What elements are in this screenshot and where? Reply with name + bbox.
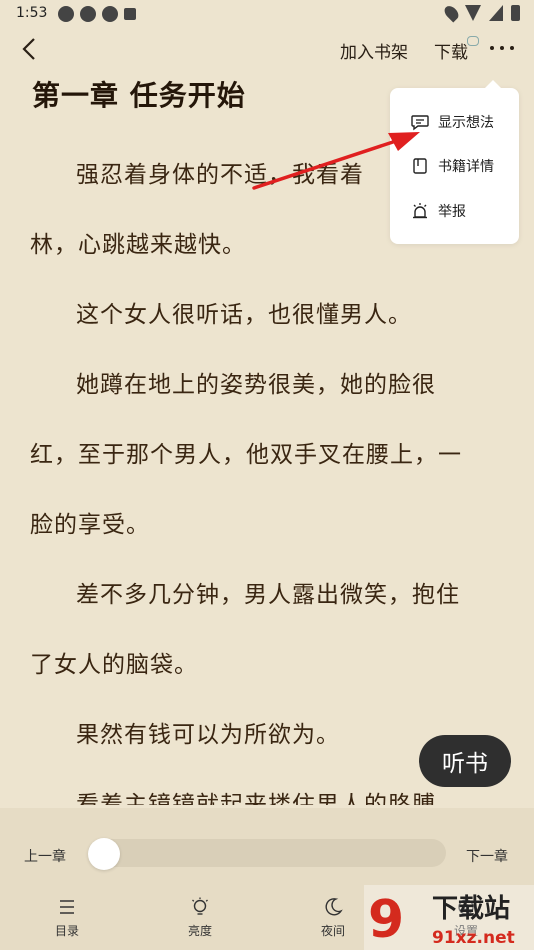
alarm-icon xyxy=(413,203,427,219)
app-notification-icon xyxy=(80,6,96,22)
tab-label: 目录 xyxy=(54,924,79,938)
book-detail-icon xyxy=(413,158,427,174)
menu-item-label: 举报 xyxy=(438,204,466,220)
tab-label: 亮度 xyxy=(187,924,212,938)
chapter-title: 第一章 任务开始 xyxy=(32,79,246,112)
download-badge-icon xyxy=(467,36,479,46)
svg-text:9: 9 xyxy=(368,890,404,950)
moon-icon xyxy=(325,898,343,916)
wifi-icon xyxy=(465,5,481,21)
listen-button[interactable]: 听书 xyxy=(419,735,511,787)
prev-chapter-button[interactable]: 上一章 xyxy=(24,846,66,866)
system-icons xyxy=(441,3,520,23)
list-icon xyxy=(60,900,74,914)
svg-text:下载站: 下载站 xyxy=(432,894,510,924)
menu-item-label: 书籍详情 xyxy=(438,159,494,175)
chapter-progress-slider[interactable] xyxy=(88,839,446,867)
app-notification-icon xyxy=(124,8,136,20)
download-button[interactable]: 下载 xyxy=(434,38,468,63)
paragraph: 了女人的脑袋。 xyxy=(30,652,198,678)
back-arrow-icon[interactable] xyxy=(18,36,42,62)
app-notification-icon xyxy=(58,6,74,22)
status-bar: 1:53 xyxy=(0,0,534,28)
more-icon[interactable] xyxy=(490,46,514,52)
battery-icon xyxy=(511,5,520,21)
paragraph: 她蹲在地上的姿势很美，她的脸很 xyxy=(76,372,436,398)
tab-night-mode[interactable]: 夜间 xyxy=(298,896,368,939)
progress-slider-thumb[interactable] xyxy=(88,838,120,870)
signal-icon xyxy=(489,5,503,21)
add-to-shelf-button[interactable]: 加入书架 xyxy=(340,38,408,63)
reader-toolbar: 加入书架 下载 xyxy=(0,28,534,72)
comment-icon xyxy=(411,115,429,131)
menu-item-book-details[interactable]: 书籍详情 xyxy=(410,151,494,181)
menu-item-show-thoughts[interactable]: 显示想法 xyxy=(410,107,494,137)
paragraph: 差不多几分钟，男人露出微笑，抱住 xyxy=(76,582,460,608)
app-notification-icon xyxy=(102,6,118,22)
lightbulb-icon xyxy=(192,897,208,915)
tab-brightness[interactable]: 亮度 xyxy=(165,896,235,939)
svg-text:91xz.net: 91xz.net xyxy=(432,928,515,948)
tab-table-of-contents[interactable]: 目录 xyxy=(32,896,102,939)
next-chapter-button[interactable]: 下一章 xyxy=(466,846,508,866)
menu-item-label: 显示想法 xyxy=(438,115,494,131)
menu-item-report[interactable]: 举报 xyxy=(410,196,466,226)
notification-icons xyxy=(58,6,136,22)
paragraph: 脸的享受。 xyxy=(30,512,150,538)
tab-label: 夜间 xyxy=(320,924,345,938)
site-watermark-logo: 9 下载站 91xz.net xyxy=(364,885,534,950)
location-icon xyxy=(441,3,462,23)
paragraph: 红，至于那个男人，他双手叉在腰上，一 xyxy=(30,442,462,468)
paragraph: 这个女人很听话，也很懂男人。 xyxy=(76,302,412,328)
status-time: 1:53 xyxy=(16,5,48,21)
